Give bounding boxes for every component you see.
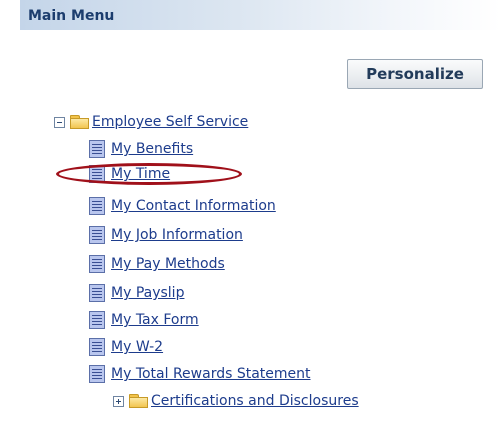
document-icon [89, 255, 105, 273]
expand-icon[interactable] [113, 395, 124, 407]
employee-self-service-link[interactable]: Employee Self Service [92, 114, 248, 130]
document-icon [89, 226, 105, 244]
document-icon [89, 338, 105, 356]
my-total-rewards-statement-link[interactable]: My Total Rewards Statement [111, 366, 311, 382]
my-time-link[interactable]: My Time [111, 166, 170, 182]
tree-item-my-payslip: My Payslip [89, 282, 184, 304]
tree-item-my-total-rewards-statement: My Total Rewards Statement [89, 363, 311, 385]
my-benefits-link[interactable]: My Benefits [111, 141, 193, 157]
tree-root-employee-self-service: Employee Self Service [54, 111, 248, 133]
tree-folder-certifications: Certifications and Disclosures [113, 390, 359, 412]
tree-item-my-time: My Time [89, 163, 170, 185]
my-w2-link[interactable]: My W-2 [111, 339, 163, 355]
tree-item-my-benefits: My Benefits [89, 138, 193, 160]
tree-item-my-job-information: My Job Information [89, 224, 243, 246]
my-payslip-link[interactable]: My Payslip [111, 285, 184, 301]
folder-open-icon [70, 115, 89, 129]
tree-item-my-tax-form: My Tax Form [89, 309, 199, 331]
document-icon [89, 165, 105, 183]
tree-item-my-pay-methods: My Pay Methods [89, 253, 225, 275]
personalize-button[interactable]: Personalize [347, 59, 483, 89]
my-contact-information-link[interactable]: My Contact Information [111, 198, 276, 214]
tree-item-my-w2: My W-2 [89, 336, 163, 358]
document-icon [89, 311, 105, 329]
collapse-icon[interactable] [54, 116, 65, 128]
main-menu-title: Main Menu [28, 8, 115, 24]
document-icon [89, 284, 105, 302]
document-icon [89, 365, 105, 383]
my-tax-form-link[interactable]: My Tax Form [111, 312, 199, 328]
my-pay-methods-link[interactable]: My Pay Methods [111, 256, 225, 272]
tree-item-my-contact-information: My Contact Information [89, 195, 276, 217]
document-icon [89, 140, 105, 158]
my-job-information-link[interactable]: My Job Information [111, 227, 243, 243]
folder-closed-icon [129, 394, 148, 408]
certifications-and-disclosures-link[interactable]: Certifications and Disclosures [151, 393, 359, 409]
main-menu-header: Main Menu [20, 0, 501, 30]
document-icon [89, 197, 105, 215]
